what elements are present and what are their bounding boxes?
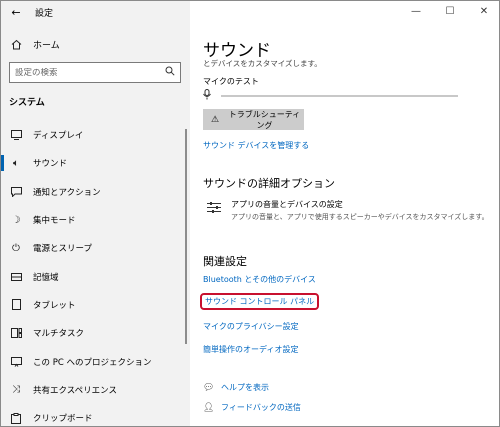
manage-devices-link[interactable]: サウンド デバイスを管理する bbox=[203, 140, 309, 151]
home-label: ホーム bbox=[33, 40, 60, 51]
ease-of-access-audio-link[interactable]: 簡単操作のオーディオ設定 bbox=[203, 344, 298, 355]
sidebar: ← 設定 ホーム システム ディスプレイ 🔈︎ サウンド bbox=[1, 1, 190, 426]
bluetooth-link[interactable]: Bluetooth とその他のデバイス bbox=[203, 274, 316, 285]
troubleshoot-label: トラブルシューティング bbox=[228, 109, 301, 130]
app-volume-text: アプリの音量とデバイスの設定 アプリの音量と、アプリで使用するスピーカーやデバイ… bbox=[231, 199, 489, 222]
multitask-icon bbox=[9, 326, 23, 340]
power-icon: ⏻ bbox=[12, 242, 20, 254]
settings-window: ← 設定 ホーム システム ディスプレイ 🔈︎ サウンド bbox=[0, 0, 500, 427]
notification-icon bbox=[9, 185, 23, 199]
tablet-icon bbox=[9, 298, 23, 312]
home-nav-item[interactable]: ホーム bbox=[1, 34, 60, 54]
sidebar-item-tablet[interactable]: タブレット bbox=[1, 291, 187, 319]
help-row[interactable]: 💬︎ ヘルプを表示 bbox=[203, 382, 269, 393]
troubleshoot-button[interactable]: ⚠ トラブルシューティング bbox=[203, 109, 304, 130]
sound-control-panel-link[interactable]: サウンド コントロール パネル bbox=[200, 293, 320, 310]
sidebar-item-label: 共有エクスペリエンス bbox=[33, 385, 117, 396]
feedback-row[interactable]: 👤︎ フィードバックの送信 bbox=[203, 402, 301, 413]
window-controls: — ☐ ✕ bbox=[399, 1, 499, 21]
clipboard-icon bbox=[9, 411, 23, 425]
mic-test-label: マイクのテスト bbox=[203, 77, 259, 86]
minimize-icon[interactable]: — bbox=[399, 1, 433, 21]
sidebar-item-label: タブレット bbox=[33, 300, 76, 311]
page-subtitle: とデバイスをカスタマイズします。 bbox=[203, 59, 322, 68]
sidebar-item-label: 記憶域 bbox=[33, 272, 59, 283]
sidebar-item-label: ディスプレイ bbox=[33, 131, 84, 142]
section-heading: システム bbox=[9, 98, 45, 108]
mic-privacy-link[interactable]: マイクのプライバシー設定 bbox=[203, 321, 299, 332]
app-volume-description: アプリの音量と、アプリで使用するスピーカーやデバイスをカスタマイズします。 bbox=[231, 213, 489, 221]
related-settings-heading: 関連設定 bbox=[203, 255, 247, 268]
mic-level-bar bbox=[221, 95, 458, 97]
speaker-icon: 🔈︎ bbox=[13, 157, 19, 169]
sidebar-item-shared-experiences[interactable]: ⤨ 共有エクスペリエンス bbox=[1, 376, 187, 404]
close-icon[interactable]: ✕ bbox=[467, 1, 499, 21]
advanced-options-heading: サウンドの詳細オプション bbox=[203, 177, 335, 190]
app-volume-title: アプリの音量とデバイスの設定 bbox=[231, 200, 343, 209]
sidebar-item-power[interactable]: ⏻ 電源とスリープ bbox=[1, 234, 187, 262]
sidebar-item-notifications[interactable]: 通知とアクション bbox=[1, 178, 187, 206]
sidebar-item-label: 集中モード bbox=[33, 216, 76, 227]
sidebar-item-label: マルチタスク bbox=[33, 329, 85, 340]
feedback-person-icon: 👤︎ bbox=[203, 402, 215, 413]
app-volume-option[interactable]: アプリの音量とデバイスの設定 アプリの音量と、アプリで使用するスピーカーやデバイ… bbox=[207, 199, 489, 222]
sidebar-nav: ディスプレイ 🔈︎ サウンド 通知とアクション ☽ 集中モード ⏻ 電源とスリー… bbox=[1, 121, 187, 426]
sidebar-item-label: この PC へのプロジェクション bbox=[33, 357, 152, 368]
microphone-icon bbox=[203, 89, 217, 103]
display-icon bbox=[9, 128, 23, 142]
search-input[interactable] bbox=[15, 67, 155, 78]
sidebar-item-label: 電源とスリープ bbox=[33, 244, 92, 255]
sidebar-item-multitasking[interactable]: マルチタスク bbox=[1, 319, 187, 347]
maximize-icon[interactable]: ☐ bbox=[433, 1, 467, 21]
sidebar-item-clipboard[interactable]: クリップボード bbox=[1, 404, 187, 426]
moon-icon: ☽ bbox=[11, 214, 21, 226]
help-chat-icon: 💬︎ bbox=[203, 382, 215, 393]
window-title: 設定 bbox=[35, 8, 54, 19]
storage-icon bbox=[9, 270, 23, 284]
sidebar-item-label: 通知とアクション bbox=[33, 187, 101, 198]
sidebar-item-projection[interactable]: この PC へのプロジェクション bbox=[1, 347, 187, 375]
sliders-icon bbox=[207, 201, 227, 222]
sidebar-item-label: クリップボード bbox=[33, 414, 93, 425]
search-box[interactable] bbox=[9, 62, 181, 83]
sidebar-item-display[interactable]: ディスプレイ bbox=[1, 121, 187, 149]
sidebar-item-focus[interactable]: ☽ 集中モード bbox=[1, 206, 187, 234]
mic-level-meter bbox=[203, 89, 458, 103]
sidebar-item-sound[interactable]: 🔈︎ サウンド bbox=[1, 149, 187, 177]
sidebar-item-storage[interactable]: 記憶域 bbox=[1, 262, 187, 290]
sidebar-item-label: サウンド bbox=[33, 159, 68, 170]
feedback-label: フィードバックの送信 bbox=[221, 403, 301, 412]
search-icon[interactable] bbox=[165, 66, 175, 79]
projection-icon bbox=[9, 355, 23, 369]
help-label: ヘルプを表示 bbox=[221, 383, 269, 392]
main-content: — ☐ ✕ サウンド とデバイスをカスタマイズします。 マイクのテスト ⚠ トラ… bbox=[190, 1, 499, 426]
title-bar: ← 設定 bbox=[1, 1, 190, 23]
sidebar-scrollbar[interactable] bbox=[185, 129, 187, 344]
back-arrow-icon[interactable]: ← bbox=[5, 1, 27, 23]
home-icon bbox=[9, 37, 23, 51]
share-icon: ⤨ bbox=[12, 384, 20, 396]
warning-icon: ⚠ bbox=[211, 114, 220, 125]
